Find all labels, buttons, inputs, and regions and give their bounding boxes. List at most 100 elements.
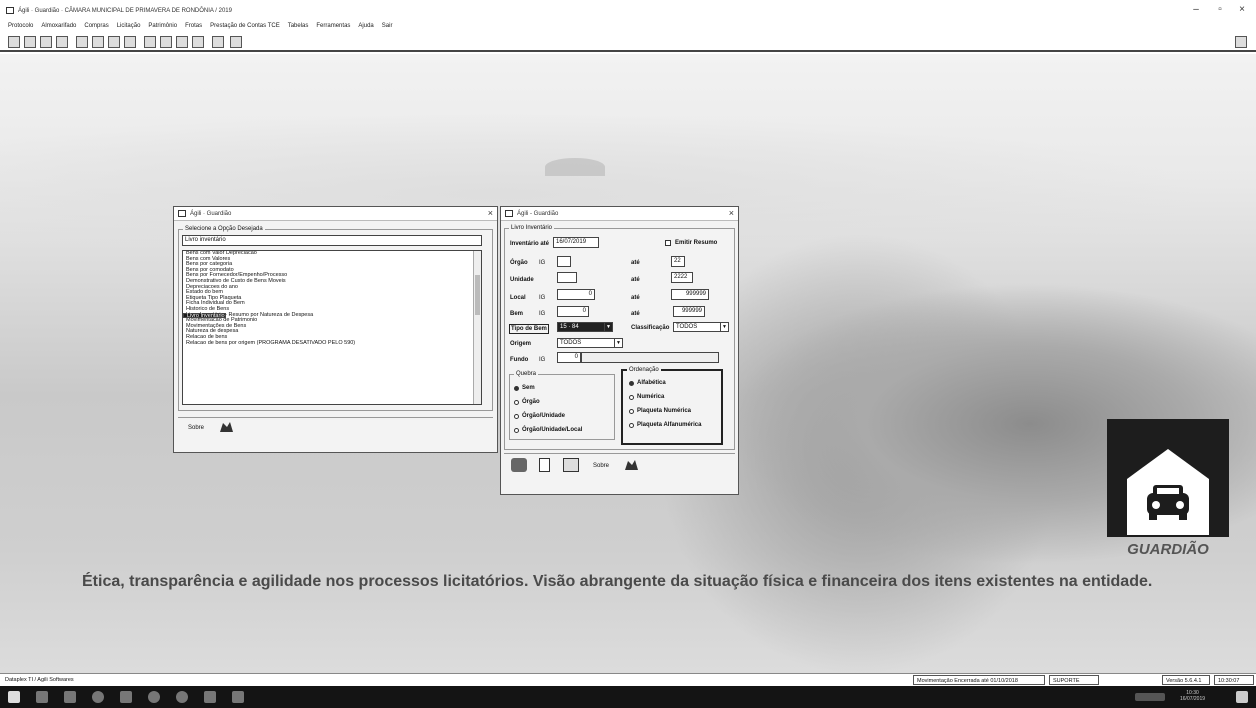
- menu-tabelas[interactable]: Tabelas: [288, 23, 309, 29]
- menu-prestacao-contas[interactable]: Prestação de Contas TCE: [210, 23, 280, 29]
- radio-ordenacao_options-3[interactable]: [629, 423, 634, 428]
- radio-ordenacao_options-2[interactable]: [629, 409, 634, 414]
- report-icon[interactable]: [108, 36, 120, 48]
- list-scrollbar[interactable]: [473, 251, 481, 404]
- background-building: [545, 158, 605, 176]
- app-icon[interactable]: [120, 691, 132, 703]
- calculator-icon[interactable]: [8, 36, 20, 48]
- clock-icon[interactable]: [24, 36, 36, 48]
- chevron-down-icon[interactable]: ▼: [720, 323, 728, 331]
- list-item[interactable]: Livro Inventario: [183, 312, 226, 318]
- selector-about-label[interactable]: Sobre: [188, 425, 204, 431]
- menu-patrimonio[interactable]: Patrimônio: [148, 23, 177, 29]
- inventory-date-label: Inventário até: [510, 241, 550, 247]
- radio-ordenacao_options-0[interactable]: [629, 381, 634, 386]
- document-icon[interactable]: [76, 36, 88, 48]
- report-selector-window: Ágili · Guardião × Selecione a Opção Des…: [173, 206, 498, 453]
- about-icon[interactable]: [218, 420, 234, 434]
- about-icon[interactable]: [623, 458, 639, 472]
- excel-icon[interactable]: [204, 691, 216, 703]
- menu-licitacao[interactable]: Licitação: [117, 23, 141, 29]
- menu-compras[interactable]: Compras: [84, 23, 108, 29]
- inventory-close-button[interactable]: ×: [729, 208, 734, 218]
- bem-picker-icon[interactable]: IG: [539, 311, 545, 317]
- quebra-label: Quebra: [514, 371, 539, 377]
- radio-ordenacao_options-1[interactable]: [629, 395, 634, 400]
- menu-almoxarifado[interactable]: Almoxarifado: [41, 23, 76, 29]
- origem-select[interactable]: TODOS ▼: [557, 338, 623, 348]
- help-icon[interactable]: [1235, 36, 1247, 48]
- book-icon[interactable]: [230, 36, 242, 48]
- tipo-bem-select[interactable]: 15 · 84 ▼: [557, 322, 613, 332]
- menu-frotas[interactable]: Frotas: [185, 23, 202, 29]
- restore-button[interactable]: ▫: [1210, 4, 1230, 15]
- inventory-about-label[interactable]: Sobre: [593, 463, 609, 469]
- check-icon[interactable]: [56, 36, 68, 48]
- folder-icon[interactable]: [124, 36, 136, 48]
- guardiao-logo: [1107, 419, 1229, 537]
- list-item[interactable]: Relacao de bens por origem (PROGRAMA DES…: [183, 340, 481, 347]
- printer-icon[interactable]: [511, 458, 527, 472]
- summary-checkbox[interactable]: [665, 240, 671, 246]
- fundo-input[interactable]: 0: [557, 352, 581, 363]
- chrome-icon[interactable]: [148, 691, 160, 703]
- users-icon[interactable]: [212, 36, 224, 48]
- menu-sair[interactable]: Sair: [382, 23, 393, 29]
- local-from-input[interactable]: 0: [557, 289, 595, 300]
- local-to-input[interactable]: 999999: [671, 289, 709, 300]
- orgao-from-input[interactable]: [557, 256, 571, 267]
- skype-icon[interactable]: [92, 691, 104, 703]
- tipo-bem-label: Tipo de Bem: [509, 324, 549, 334]
- radio-quebra_options-3[interactable]: [514, 428, 519, 433]
- selector-close-button[interactable]: ×: [488, 208, 493, 218]
- house-car-icon: [1127, 449, 1209, 535]
- browser-icon[interactable]: [176, 691, 188, 703]
- menu-ajuda[interactable]: Ajuda: [358, 23, 373, 29]
- notification-icon[interactable]: [1236, 691, 1248, 703]
- inventory-date-input[interactable]: 16/07/2019: [553, 237, 599, 248]
- orgao-picker-icon[interactable]: IG: [539, 260, 545, 266]
- selected-option-field[interactable]: Livro inventário: [182, 235, 482, 246]
- radio-label: Plaqueta Alfanumérica: [637, 422, 702, 428]
- bem-from-input[interactable]: 0: [557, 306, 589, 317]
- report-list[interactable]: Bens com Valor Depreciacao Bens com Valor…: [182, 250, 482, 405]
- orgao-to-input[interactable]: 22: [671, 256, 685, 267]
- menu-ferramentas[interactable]: Ferramentas: [316, 23, 350, 29]
- radio-quebra_options-0[interactable]: [514, 386, 519, 391]
- store-icon[interactable]: [64, 691, 76, 703]
- menu-protocolo[interactable]: Protocolo: [8, 23, 33, 29]
- radio-quebra_options-1[interactable]: [514, 400, 519, 405]
- chart-icon[interactable]: [192, 36, 204, 48]
- unidade-to-input[interactable]: 2222: [671, 272, 693, 283]
- status-version: Versão 5.6.4.1: [1162, 675, 1210, 685]
- radio-label: Órgão/Unidade: [522, 413, 566, 419]
- mail-icon[interactable]: [144, 36, 156, 48]
- local-picker-icon[interactable]: IG: [539, 295, 545, 301]
- toolbar: [0, 33, 1256, 52]
- key-icon[interactable]: [176, 36, 188, 48]
- classificacao-select[interactable]: TODOS ▼: [673, 322, 729, 332]
- classificacao-label: Classificação: [631, 325, 670, 331]
- origem-label: Origem: [510, 341, 532, 347]
- system-tray-icons[interactable]: [1135, 693, 1165, 701]
- scrollbar-thumb[interactable]: [475, 275, 480, 315]
- file-explorer-icon[interactable]: [36, 691, 48, 703]
- close-button[interactable]: ×: [1232, 4, 1252, 15]
- taskbar-clock[interactable]: 10:30 16/07/2019: [1180, 690, 1205, 702]
- guardiao-taskbar-icon[interactable]: [232, 691, 244, 703]
- fundo-description: [581, 352, 719, 363]
- bem-to-input[interactable]: 999999: [673, 306, 705, 317]
- windows-start-icon[interactable]: [8, 691, 20, 703]
- minimize-button[interactable]: –: [1186, 4, 1206, 15]
- printer-icon[interactable]: [160, 36, 172, 48]
- export-icon[interactable]: [563, 458, 579, 472]
- percent-icon[interactable]: [40, 36, 52, 48]
- inventory-window: Ágili - Guardião × Livro Inventário Inve…: [500, 206, 739, 495]
- fundo-picker-icon[interactable]: IG: [539, 357, 545, 363]
- binoculars-icon[interactable]: [92, 36, 104, 48]
- radio-quebra_options-2[interactable]: [514, 414, 519, 419]
- document-icon[interactable]: [539, 458, 550, 472]
- chevron-down-icon[interactable]: ▼: [614, 339, 622, 347]
- chevron-down-icon[interactable]: ▼: [604, 323, 612, 331]
- unidade-from-input[interactable]: [557, 272, 577, 283]
